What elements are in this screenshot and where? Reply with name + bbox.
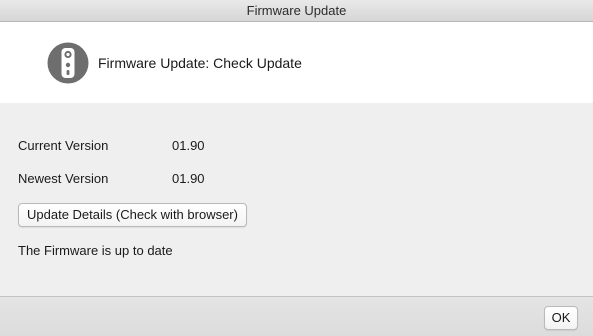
newest-version-label: Newest Version [18, 171, 109, 186]
footer-bar: OK [0, 296, 593, 336]
status-message: The Firmware is up to date [18, 243, 173, 258]
window-titlebar[interactable]: Firmware Update [0, 0, 593, 22]
update-details-button[interactable]: Update Details (Check with browser) [18, 203, 247, 227]
header-panel: Firmware Update: Check Update [0, 22, 593, 103]
ok-button[interactable]: OK [544, 306, 578, 330]
current-version-label: Current Version [18, 138, 109, 153]
firmware-update-window: Firmware Update Firmware Update: Check U… [0, 0, 593, 336]
window-title: Firmware Update [246, 3, 347, 18]
content-panel: Current Version 01.90 Newest Version 01.… [0, 103, 593, 296]
newest-version-value: 01.90 [172, 171, 205, 186]
camera-device-icon [47, 42, 89, 84]
header-title: Firmware Update: Check Update [98, 55, 302, 71]
current-version-value: 01.90 [172, 138, 205, 153]
